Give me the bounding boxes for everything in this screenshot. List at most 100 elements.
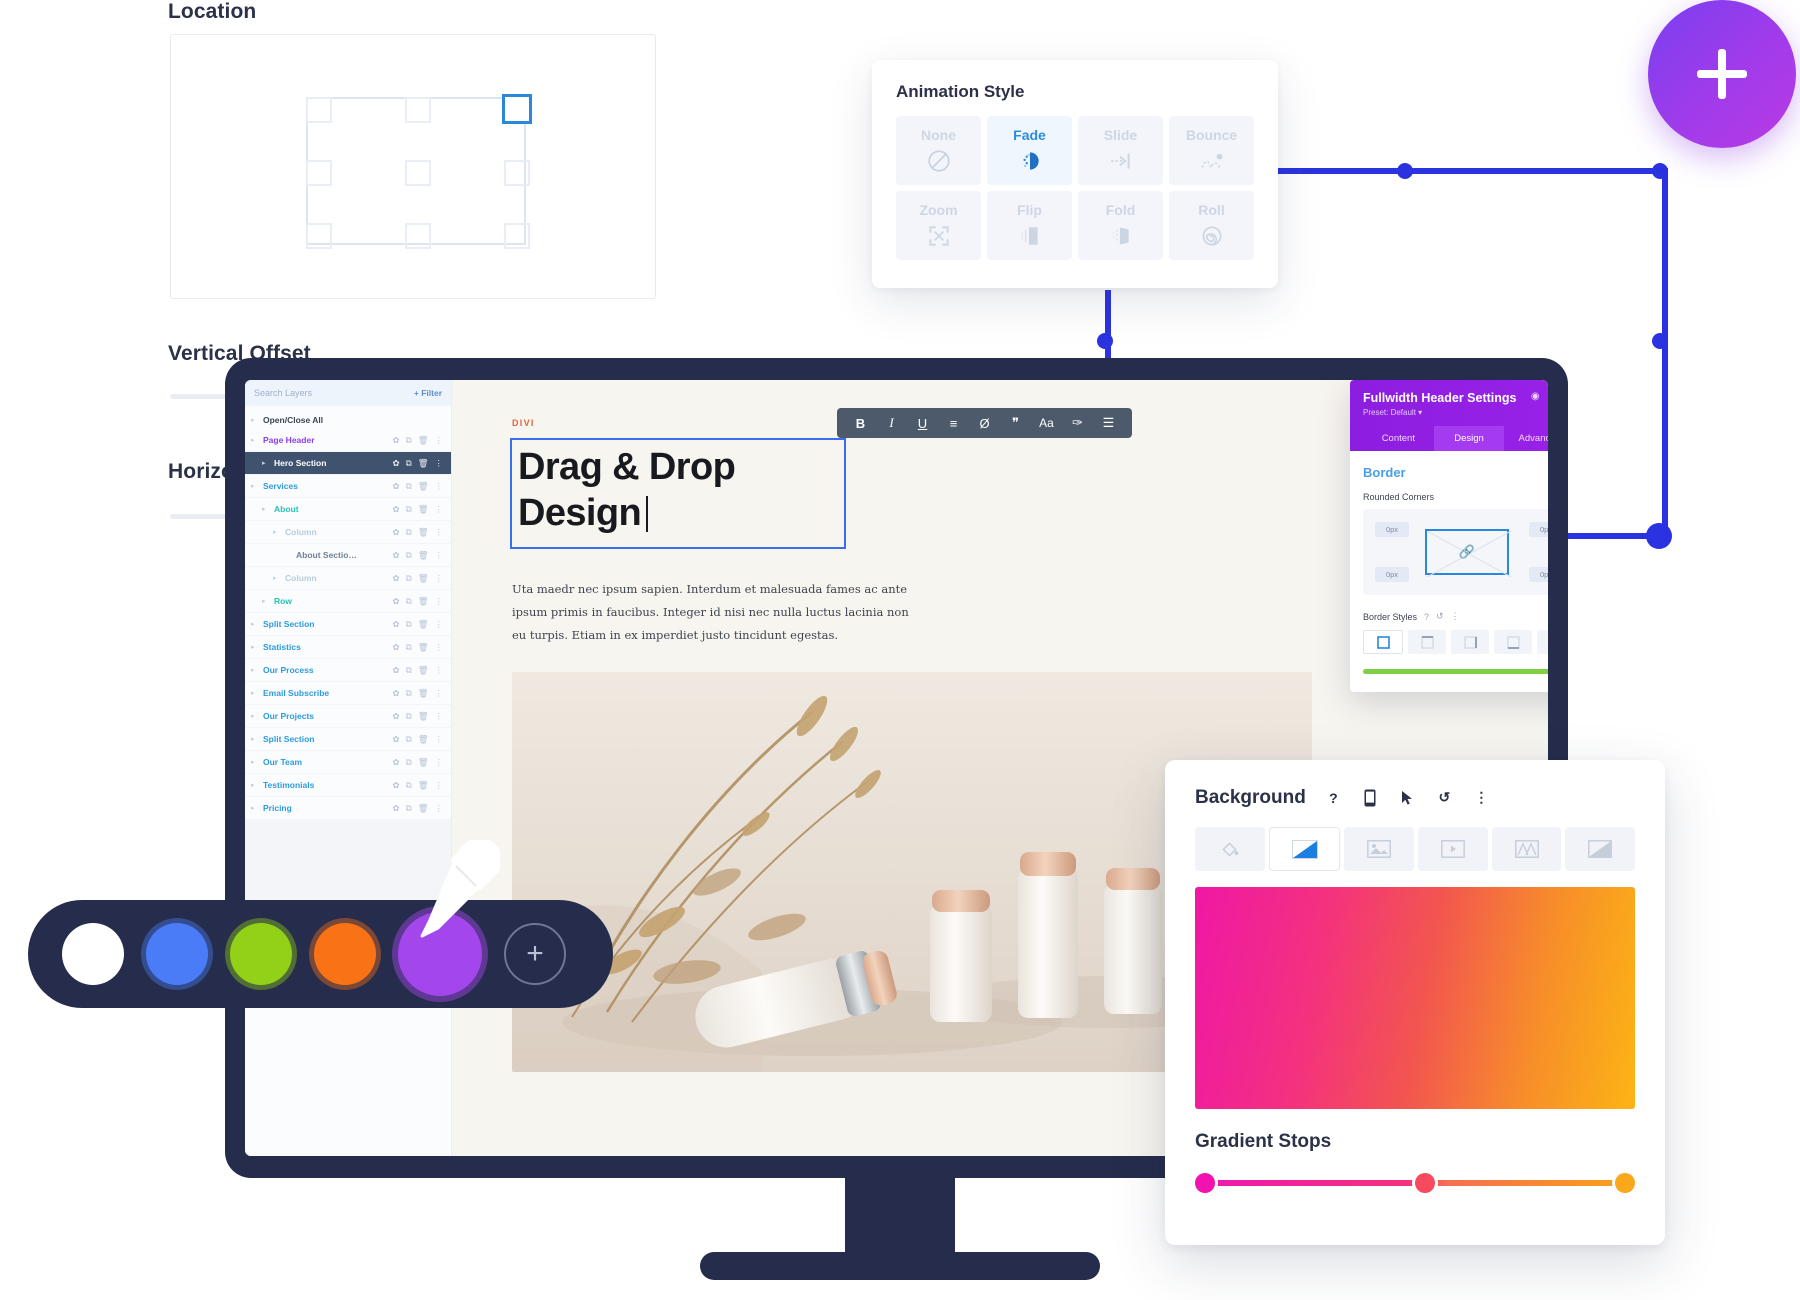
corner-value-bottom-left[interactable]: 0px — [1375, 567, 1409, 582]
trash-icon[interactable]: 🗑 — [418, 781, 429, 790]
trash-icon[interactable]: 🗑 — [418, 574, 429, 583]
location-cell-top-left[interactable] — [306, 97, 332, 123]
border-style-left[interactable] — [1537, 630, 1548, 654]
location-cell-bottom-right[interactable] — [504, 223, 530, 249]
duplicate-icon[interactable]: ⧉ — [406, 643, 412, 652]
duplicate-icon[interactable]: ⧉ — [406, 758, 412, 767]
chevron-right-icon[interactable]: ▸ — [273, 574, 281, 582]
pattern-tab[interactable] — [1491, 827, 1562, 871]
chevron-right-icon[interactable]: ▸ — [262, 459, 270, 467]
text-size-button[interactable]: Aa — [1031, 408, 1062, 438]
gear-icon[interactable]: ✿ — [393, 597, 400, 606]
duplicate-icon[interactable]: ⧉ — [406, 505, 412, 514]
kebab-menu-icon[interactable]: ⋮ — [435, 528, 444, 537]
trash-icon[interactable]: 🗑 — [418, 505, 429, 514]
chevron-right-icon[interactable]: ▸ — [251, 781, 259, 789]
headline-edit-box[interactable]: Drag & Drop Design — [510, 438, 846, 549]
chevron-right-icon[interactable]: ▸ — [251, 712, 259, 720]
gear-icon[interactable]: ✿ — [393, 551, 400, 560]
gradient-tab[interactable] — [1268, 827, 1341, 871]
layer-row[interactable]: ▸ Page Header ✿ ⧉ 🗑 ⋮ — [245, 429, 451, 452]
location-cell-bottom-center[interactable] — [405, 223, 431, 249]
duplicate-icon[interactable]: ⧉ — [406, 551, 412, 560]
border-style-all[interactable] — [1363, 630, 1403, 654]
kebab-menu-icon[interactable]: ⋮ — [435, 735, 444, 744]
chevron-right-icon[interactable]: ▸ — [262, 505, 270, 513]
link-corners-icon[interactable]: 🔗 — [1459, 544, 1475, 560]
add-color-button[interactable]: + — [504, 923, 566, 985]
underline-button[interactable]: U — [907, 408, 938, 438]
chevron-right-icon[interactable]: ▸ — [251, 436, 259, 444]
chevron-right-icon[interactable]: ▸ — [251, 804, 259, 812]
tab-content[interactable]: Content — [1363, 426, 1434, 451]
kebab-menu-icon[interactable]: ⋮ — [435, 689, 444, 698]
location-cell-bottom-left[interactable] — [306, 223, 332, 249]
help-icon[interactable]: ? — [1322, 786, 1345, 809]
chevron-right-icon[interactable]: ▸ — [251, 735, 259, 743]
chevron-right-icon[interactable]: ▸ — [262, 597, 270, 605]
trash-icon[interactable]: 🗑 — [418, 758, 429, 767]
duplicate-icon[interactable]: ⧉ — [406, 666, 412, 675]
gear-icon[interactable]: ✿ — [393, 528, 400, 537]
chevron-right-icon[interactable]: ▸ — [251, 620, 259, 628]
layer-row[interactable]: About Sectio… ✿ ⧉ 🗑 ⋮ — [245, 544, 451, 567]
trash-icon[interactable]: 🗑 — [418, 436, 429, 445]
kebab-menu-icon[interactable]: ⋮ — [435, 643, 444, 652]
layer-row[interactable]: ▸ Column ✿ ⧉ 🗑 ⋮ — [245, 521, 451, 544]
chevron-right-icon[interactable]: ▸ — [251, 758, 259, 766]
color-swatch-blue[interactable] — [146, 923, 208, 985]
duplicate-icon[interactable]: ⧉ — [406, 574, 412, 583]
gear-icon[interactable]: ✿ — [393, 436, 400, 445]
animation-option-flip[interactable]: Flip — [987, 191, 1072, 260]
chevron-right-icon[interactable]: ▸ — [273, 528, 281, 536]
trash-icon[interactable]: 🗑 — [418, 551, 429, 560]
border-style-right[interactable] — [1451, 630, 1489, 654]
corner-value-top-left[interactable]: 0px — [1375, 522, 1409, 537]
link-button[interactable]: Ø — [969, 408, 1000, 438]
duplicate-icon[interactable]: ⧉ — [406, 712, 412, 721]
location-picker[interactable] — [170, 34, 656, 299]
layer-row[interactable]: ▸ Pricing ✿ ⧉ 🗑 ⋮ — [245, 797, 451, 820]
tab-advanced[interactable]: Advanced — [1504, 426, 1548, 451]
add-button[interactable] — [1648, 0, 1796, 148]
gradient-stop-50[interactable] — [1415, 1173, 1435, 1193]
kebab-menu-icon[interactable]: ⋮ — [435, 482, 444, 491]
duplicate-icon[interactable]: ⧉ — [406, 620, 412, 629]
color-swatch-green[interactable] — [230, 923, 292, 985]
location-cell-middle-right[interactable] — [504, 160, 530, 186]
chevron-right-icon[interactable]: ▸ — [251, 643, 259, 651]
layer-row[interactable]: ▸ Column ✿ ⧉ 🗑 ⋮ — [245, 567, 451, 590]
duplicate-icon[interactable]: ⧉ — [406, 689, 412, 698]
highlight-button[interactable]: ✑ — [1062, 408, 1093, 438]
corner-preview[interactable]: 🔗 — [1425, 529, 1511, 577]
gradient-stop-0[interactable] — [1195, 1173, 1215, 1193]
gear-icon[interactable]: ✿ — [393, 620, 400, 629]
border-style-bottom[interactable] — [1494, 630, 1532, 654]
gear-icon[interactable]: ✿ — [393, 482, 400, 491]
animation-option-bounce[interactable]: Bounce — [1169, 116, 1254, 185]
duplicate-icon[interactable]: ⧉ — [406, 735, 412, 744]
kebab-menu-icon[interactable]: ⋮ — [435, 712, 444, 721]
border-style-top[interactable] — [1408, 630, 1446, 654]
layer-row[interactable]: ▸ Statistics ✿ ⧉ 🗑 ⋮ — [245, 636, 451, 659]
italic-button[interactable]: I — [876, 408, 907, 438]
kebab-menu-icon[interactable]: ⋮ — [435, 459, 444, 468]
gear-icon[interactable]: ✿ — [393, 804, 400, 813]
layer-row[interactable]: ▸ Hero Section ✿ ⧉ 🗑 ⋮ — [245, 452, 451, 475]
corner-value-top-right[interactable]: 0px — [1529, 522, 1548, 537]
reset-icon[interactable]: ↺ — [1436, 611, 1444, 622]
duplicate-icon[interactable]: ⧉ — [406, 459, 412, 468]
layer-row[interactable]: ▸ Services ✿ ⧉ 🗑 ⋮ — [245, 475, 451, 498]
mobile-icon[interactable] — [1359, 786, 1382, 809]
kebab-menu-icon[interactable]: ⋮ — [435, 666, 444, 675]
layer-row[interactable]: ▸ Our Team ✿ ⧉ 🗑 ⋮ — [245, 751, 451, 774]
layers-filter-button[interactable]: + Filter — [414, 388, 442, 398]
trash-icon[interactable]: 🗑 — [418, 528, 429, 537]
gradient-stop-100[interactable] — [1615, 1173, 1635, 1193]
duplicate-icon[interactable]: ⧉ — [406, 781, 412, 790]
gear-icon[interactable]: ✿ — [393, 643, 400, 652]
layer-row[interactable]: ▸ Testimonials ✿ ⧉ 🗑 ⋮ — [245, 774, 451, 797]
image-tab[interactable] — [1344, 827, 1415, 871]
layer-row-open-close-all[interactable]: ▸ Open/Close All — [245, 406, 451, 429]
align-button[interactable]: ≡ — [938, 408, 969, 438]
